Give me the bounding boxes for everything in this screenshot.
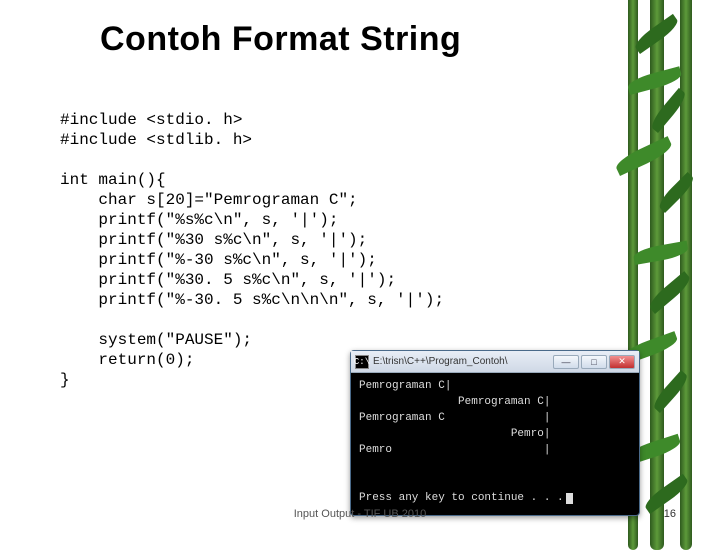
console-line: Pemro | [359, 444, 550, 456]
console-line: Pemrograman C | [359, 412, 550, 424]
page-number: 16 [664, 508, 676, 520]
console-window: C:\ E:\trisn\C++\Program_Contoh\ — □ ✕ P… [350, 350, 640, 516]
console-line: Press any key to continue . . . [359, 492, 564, 504]
console-line: Pemrograman C| [359, 396, 550, 408]
minimize-button[interactable]: — [553, 355, 579, 369]
code-sample: #include <stdio. h> #include <stdlib. h>… [60, 110, 444, 390]
window-buttons: — □ ✕ [553, 355, 635, 369]
console-line: Pemro| [359, 428, 550, 440]
console-titlebar: C:\ E:\trisn\C++\Program_Contoh\ — □ ✕ [351, 351, 639, 373]
console-line: Pemrograman C| [359, 380, 451, 392]
console-output: Pemrograman C| Pemrograman C| Pemrograma… [351, 373, 639, 515]
slide-title: Contoh Format String [100, 20, 461, 59]
cmd-icon: C:\ [355, 355, 369, 369]
cursor-icon [566, 493, 573, 504]
close-button[interactable]: ✕ [609, 355, 635, 369]
console-window-title: E:\trisn\C++\Program_Contoh\ [373, 356, 549, 367]
slide-footer: Input Output - TIF UB 2010 [0, 508, 720, 520]
maximize-button[interactable]: □ [581, 355, 607, 369]
